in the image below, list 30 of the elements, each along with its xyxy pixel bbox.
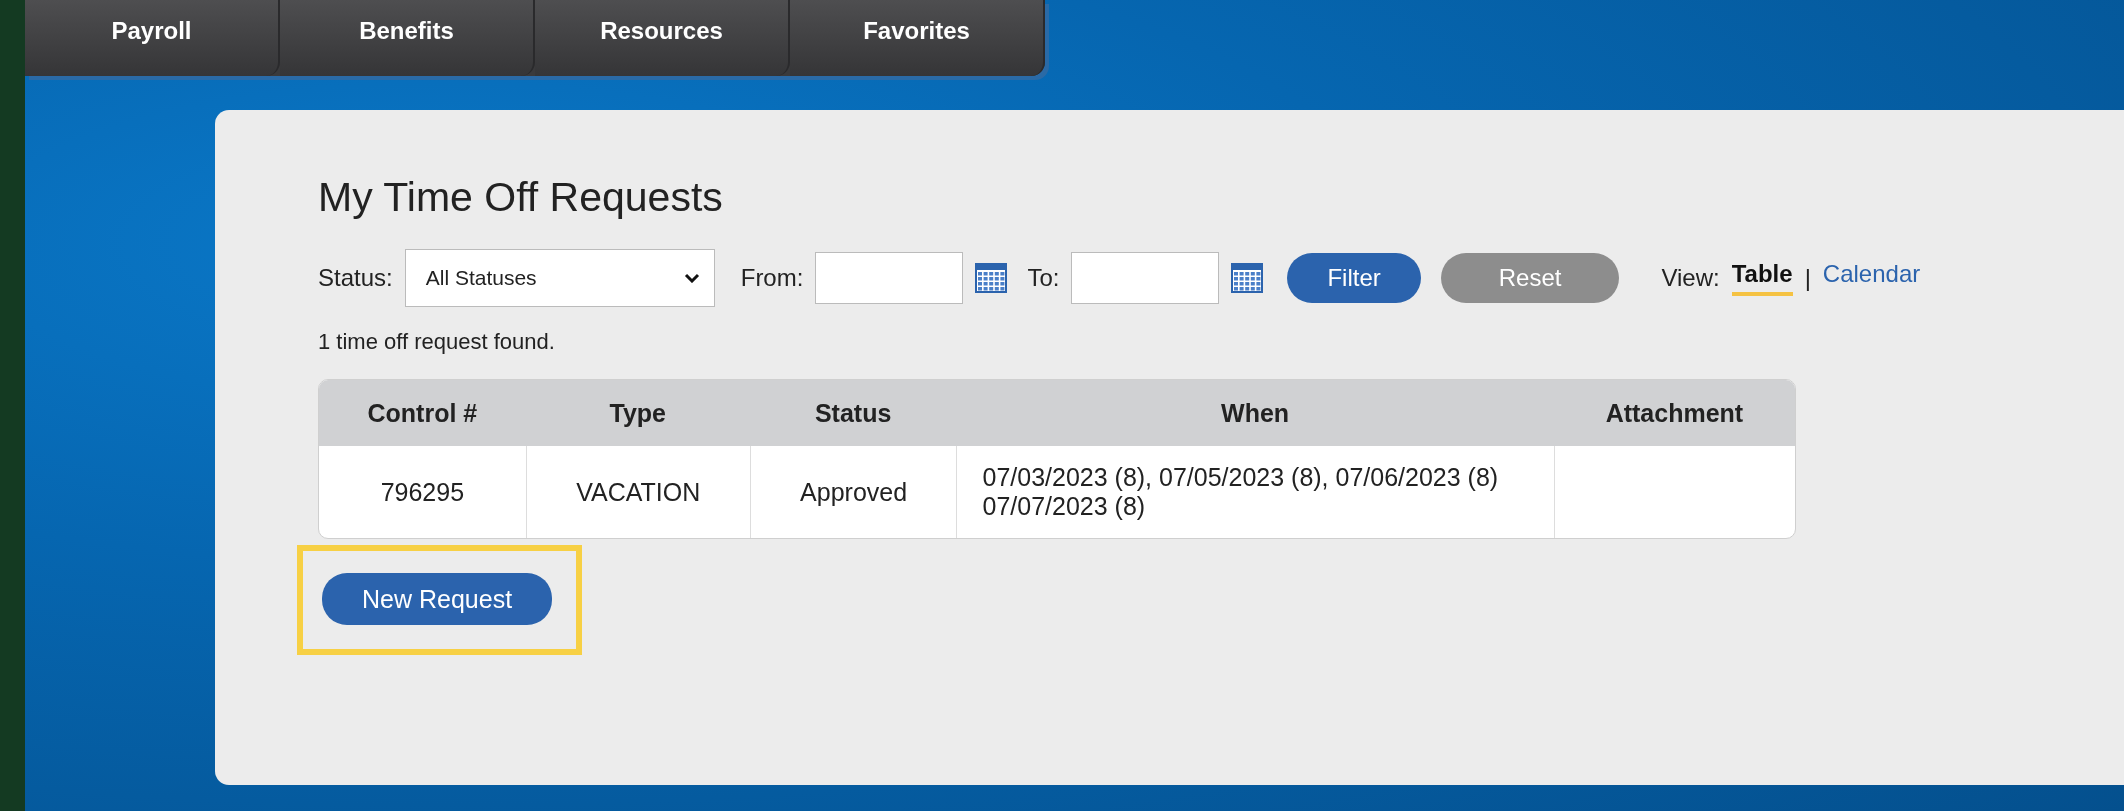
column-header: Type	[525, 380, 750, 446]
new-request-button[interactable]: New Request	[322, 573, 553, 625]
column-header: When	[956, 380, 1554, 446]
view-toggle-link[interactable]: Calendar	[1822, 260, 1921, 296]
table-cell: Approved	[749, 446, 957, 538]
nav-tab[interactable]: Resources	[535, 0, 790, 76]
filter-button[interactable]: Filter	[1287, 253, 1421, 303]
to-date-field[interactable]	[1071, 252, 1220, 304]
nav-tab[interactable]: Favorites	[790, 0, 1045, 76]
column-header: Attachment	[1553, 380, 1795, 446]
status-label: Status:	[318, 264, 393, 292]
status-dropdown[interactable]: All Statuses	[404, 249, 715, 307]
nav-tab[interactable]: Benefits	[280, 0, 535, 76]
calendar-icon[interactable]	[975, 263, 1008, 293]
to-label: To:	[1027, 264, 1060, 292]
table-cell: VACATION	[525, 446, 750, 538]
separator: |	[1804, 264, 1811, 292]
from-date-field[interactable]	[815, 252, 964, 304]
result-count: 1 time off request found.	[318, 329, 555, 355]
page-title: My Time Off Requests	[318, 174, 723, 221]
column-header: Control #	[319, 380, 526, 446]
view-toggle-link[interactable]: Table	[1731, 260, 1793, 296]
view-label: View:	[1661, 264, 1720, 292]
column-header: Status	[749, 380, 957, 446]
from-label: From:	[740, 264, 804, 292]
table-cell: 07/03/2023 (8), 07/05/2023 (8), 07/06/2023 (8) 07/07/2023 (8)	[956, 446, 1554, 538]
calendar-icon[interactable]	[1231, 263, 1264, 293]
chevron-down-icon	[683, 273, 700, 283]
nav-tab[interactable]: Payroll	[25, 0, 280, 76]
table-cell-text: 796295	[379, 476, 466, 508]
